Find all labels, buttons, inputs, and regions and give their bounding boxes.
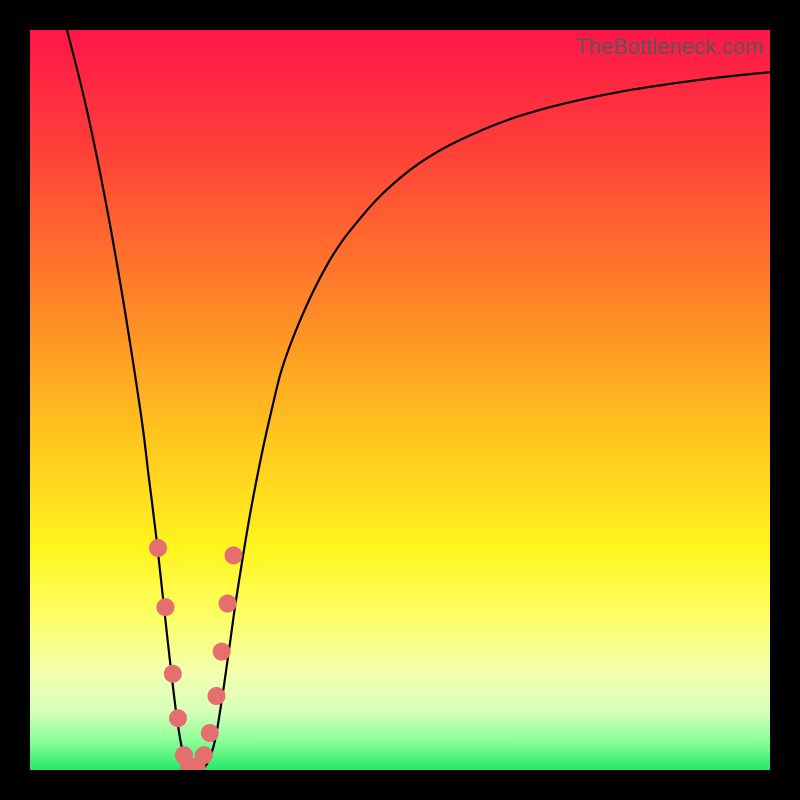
highlight-marker xyxy=(207,687,225,705)
highlight-marker xyxy=(156,598,174,616)
highlight-marker xyxy=(213,643,231,661)
plot-area: TheBottleneck.com xyxy=(30,30,770,770)
highlight-marker xyxy=(169,709,187,727)
highlight-marker xyxy=(201,724,219,742)
curve-layer xyxy=(30,30,770,770)
highlight-marker xyxy=(219,595,237,613)
marker-group xyxy=(149,539,242,770)
highlight-marker xyxy=(195,746,213,764)
highlight-marker xyxy=(164,665,182,683)
highlight-marker xyxy=(149,539,167,557)
outer-frame: TheBottleneck.com xyxy=(0,0,800,800)
attribution-text: TheBottleneck.com xyxy=(576,34,764,60)
highlight-marker xyxy=(225,546,243,564)
bottleneck-curve xyxy=(67,30,770,770)
